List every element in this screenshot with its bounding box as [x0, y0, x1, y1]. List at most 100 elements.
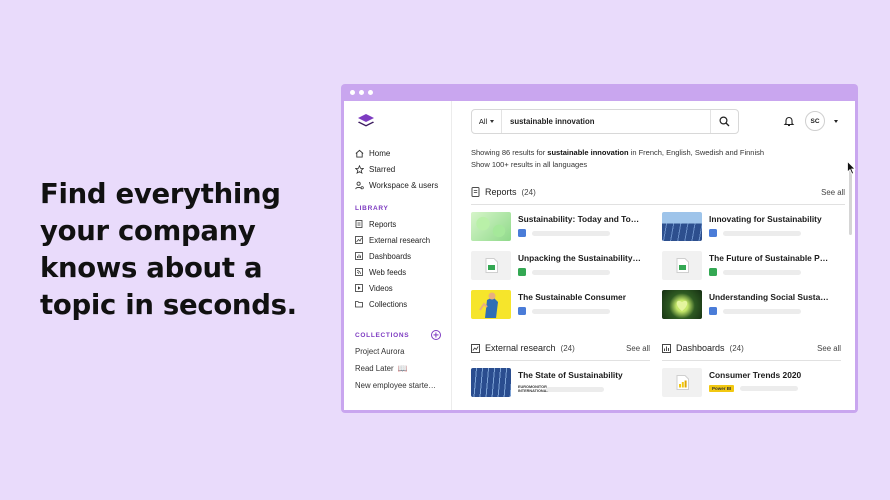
- nav-starred[interactable]: Starred: [355, 161, 451, 177]
- nav-home[interactable]: Home: [355, 145, 451, 161]
- nav-starred-label: Starred: [369, 164, 396, 174]
- thumbnail-image: [471, 251, 511, 280]
- chart-icon: [355, 236, 363, 244]
- nav-home-label: Home: [369, 148, 391, 158]
- bell-icon[interactable]: [783, 115, 795, 127]
- avatar-chevron-down-icon[interactable]: [834, 119, 838, 123]
- nav-workspace-label: Workspace & users: [369, 180, 439, 190]
- placeholder-bar: [723, 230, 801, 236]
- summary-query: sustainable innovation: [547, 148, 629, 157]
- add-collection-icon[interactable]: [431, 330, 441, 340]
- search-icon: [719, 115, 730, 126]
- lower-sections: External research (24) See all The State…: [471, 341, 845, 407]
- euromonitor-logo: EUROMONITOR INTERNATIONAL: [518, 385, 549, 393]
- search-scope-dropdown[interactable]: All: [472, 109, 502, 133]
- mouse-cursor-icon: [847, 161, 856, 175]
- window-dot: [359, 90, 364, 95]
- library-web-feeds-label: Web feeds: [369, 267, 407, 277]
- library-videos-label: Videos: [369, 283, 393, 293]
- thumbnail-image: [471, 212, 511, 241]
- video-icon: [355, 284, 363, 292]
- rss-icon: [355, 268, 363, 276]
- dashboard-card-title: Consumer Trends 2020: [709, 370, 802, 380]
- library-collections-label: Collections: [369, 299, 408, 309]
- library-reports[interactable]: Reports: [355, 216, 451, 232]
- thumbnail-image: [471, 368, 511, 397]
- report-card[interactable]: Sustainability: Today and To…: [471, 212, 650, 251]
- doc-badge-icon: [518, 229, 526, 237]
- doc-badge-icon: [518, 307, 526, 315]
- reports-see-all-link[interactable]: See all: [821, 188, 845, 197]
- folder-icon: [355, 301, 363, 308]
- window-dot: [368, 90, 373, 95]
- dashboard-icon: [355, 252, 363, 260]
- collections-heading: COLLECTIONS: [355, 331, 410, 339]
- library-web-feeds[interactable]: Web feeds: [355, 264, 451, 280]
- app-window: Home Starred Workspace & users LIBRARY R…: [341, 84, 858, 413]
- library-external-research-label: External research: [369, 235, 431, 245]
- main-content: All SC Showing 86 results for sustainabl…: [452, 101, 855, 410]
- external-research-section: External research (24) See all The State…: [471, 341, 650, 407]
- doc-badge-icon: [709, 229, 717, 237]
- thumbnail-image: [662, 212, 702, 241]
- collection-read-later-label: Read Later: [355, 364, 394, 373]
- dashboard-card[interactable]: Consumer Trends 2020 Power BI: [662, 368, 841, 407]
- report-card[interactable]: Unpacking the Sustainability…: [471, 251, 650, 290]
- search-bar: All: [471, 108, 739, 134]
- placeholder-bar: [723, 308, 801, 314]
- search-button[interactable]: [710, 109, 738, 133]
- sidebar: Home Starred Workspace & users LIBRARY R…: [344, 101, 452, 410]
- report-icon: [471, 187, 480, 197]
- thumbnail-image: [471, 290, 511, 319]
- external-research-see-all-link[interactable]: See all: [626, 344, 650, 353]
- reports-count: (24): [521, 187, 536, 197]
- external-research-title: External research: [485, 343, 556, 353]
- thumbnail-image: [662, 251, 702, 280]
- window-dot: [350, 90, 355, 95]
- show-all-languages-link[interactable]: Show 100+ results in all languages: [471, 159, 845, 171]
- library-external-research[interactable]: External research: [355, 232, 451, 248]
- collection-read-later[interactable]: Read Later 📖: [355, 360, 447, 377]
- external-research-card[interactable]: The State of Sustainability EUROMONITOR …: [471, 368, 650, 407]
- dashboards-title: Dashboards: [676, 343, 725, 353]
- sheet-file-icon: [676, 258, 689, 273]
- report-card[interactable]: The Future of Sustainable P…: [662, 251, 841, 290]
- nav-workspace[interactable]: Workspace & users: [355, 177, 451, 193]
- summary-prefix: Showing 86 results for: [471, 148, 548, 157]
- users-icon: [355, 181, 364, 189]
- external-research-header: External research (24) See all: [471, 341, 650, 355]
- consumer-illustration-icon: [479, 292, 498, 318]
- placeholder-bar: [532, 269, 610, 275]
- report-card[interactable]: Understanding Social Susta…: [662, 290, 841, 329]
- thumbnail-image: [662, 368, 702, 397]
- placeholder-bar: [723, 269, 801, 275]
- collection-new-employee[interactable]: New employee starte…: [355, 377, 447, 394]
- dashboards-see-all-link[interactable]: See all: [817, 344, 841, 353]
- doc-badge-icon: [709, 307, 717, 315]
- logo-icon[interactable]: [357, 113, 375, 129]
- reports-title: Reports: [485, 187, 517, 197]
- external-research-card-title: The State of Sustainability: [518, 370, 623, 380]
- avatar[interactable]: SC: [805, 111, 825, 131]
- collection-project-aurora[interactable]: Project Aurora: [355, 343, 447, 360]
- thumbnail-image: [662, 290, 702, 319]
- report-card-title: Understanding Social Susta…: [709, 292, 829, 302]
- divider: [471, 360, 650, 361]
- report-card-title: Innovating for Sustainability: [709, 214, 822, 224]
- dashboards-section: Dashboards (24) See all Consumer Trends …: [662, 341, 841, 407]
- reports-section: Reports (24) See all Sustainability: Tod…: [471, 185, 845, 329]
- library-dashboards[interactable]: Dashboards: [355, 248, 451, 264]
- report-card[interactable]: The Sustainable Consumer: [471, 290, 650, 329]
- top-bar: All SC: [471, 108, 845, 134]
- dashboard-icon: [662, 343, 671, 353]
- report-card-title: The Sustainable Consumer: [518, 292, 626, 302]
- library-collections[interactable]: Collections: [355, 296, 451, 312]
- home-icon: [355, 149, 364, 158]
- library-videos[interactable]: Videos: [355, 280, 451, 296]
- scrollbar[interactable]: [849, 165, 852, 235]
- search-input[interactable]: [502, 116, 710, 126]
- app-body: Home Starred Workspace & users LIBRARY R…: [344, 101, 855, 410]
- placeholder-bar: [546, 386, 604, 392]
- report-card[interactable]: Innovating for Sustainability: [662, 212, 841, 251]
- chevron-down-icon: [490, 119, 495, 123]
